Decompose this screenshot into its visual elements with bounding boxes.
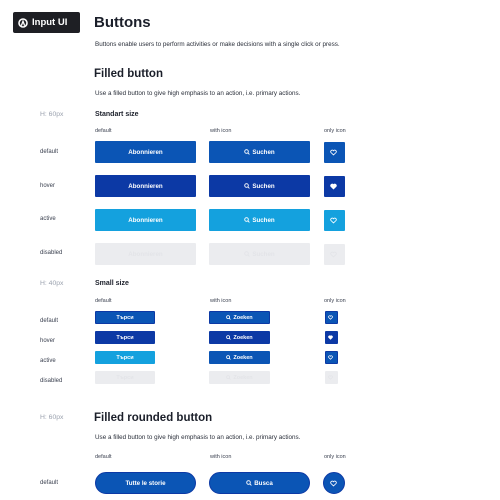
small-disabled-icon-button [325, 371, 338, 384]
button-label: Търси [116, 354, 134, 361]
filled-disabled-search-button: Suchen [209, 243, 310, 265]
search-icon [244, 217, 251, 223]
rounded-section-desc: Use a filled button to give high emphasi… [95, 434, 301, 441]
filled-default-button[interactable]: Abonnieren [95, 141, 196, 163]
heart-icon [329, 480, 337, 487]
search-icon [226, 315, 232, 320]
button-label: Abonnieren [128, 148, 163, 156]
small-active-button[interactable]: Търси [95, 351, 155, 364]
button-label: Tutte le storie [125, 479, 166, 487]
search-icon [244, 183, 251, 189]
button-label: Suchen [252, 182, 275, 190]
search-icon [226, 375, 232, 380]
button-label: Suchen [252, 216, 275, 224]
row-label-hover: hover [40, 183, 56, 189]
small-active-icon-button[interactable] [325, 351, 338, 364]
button-label: Abonnieren [128, 182, 163, 190]
page-title: Buttons [94, 14, 151, 31]
rounded-default-search-button[interactable]: Busca [209, 472, 310, 494]
row-label-active: active [40, 216, 56, 222]
small-hover-button[interactable]: Търси [95, 331, 155, 344]
button-label: Zoeken [233, 314, 253, 321]
heart-icon [330, 251, 337, 258]
heart-icon [328, 335, 333, 340]
button-label: Zoeken [233, 354, 253, 361]
button-label: Zoeken [233, 334, 253, 341]
button-label: Zoeken [233, 374, 253, 381]
logo-text: Input UI [32, 17, 68, 28]
search-icon [226, 335, 232, 340]
logo-mark-icon [18, 17, 28, 28]
rounded-default-icon-button[interactable] [323, 472, 345, 494]
search-icon [226, 355, 232, 360]
button-label: Търси [116, 374, 134, 381]
heart-icon [328, 375, 333, 380]
column-header-with-icon: with icon [210, 128, 232, 134]
search-icon [244, 149, 251, 155]
small-default-button[interactable]: Търси [95, 311, 155, 324]
filled-default-search-button[interactable]: Suchen [209, 141, 310, 163]
row-label-disabled: disabled [40, 250, 63, 256]
small-hover-icon-button[interactable] [325, 331, 338, 344]
column-header-only-icon: only icon [324, 128, 346, 134]
rounded-section-title: Filled rounded button [94, 412, 213, 424]
small-row-label-default: default [40, 318, 59, 324]
page-intro: Buttons enable users to perform activiti… [95, 41, 340, 48]
filled-section-desc: Use a filled button to give high emphasi… [95, 90, 301, 97]
standard-height-note: H: 60px [40, 111, 64, 118]
column-header-default: default [95, 128, 112, 134]
small-row-label-active: active [40, 358, 56, 364]
filled-section-title: Filled button [94, 68, 163, 80]
rounded-column-header-default: default [95, 454, 112, 460]
small-size-title: Small size [95, 280, 129, 287]
rounded-column-header-only-icon: only icon [324, 454, 346, 460]
rounded-column-header-with-icon: with icon [210, 454, 232, 460]
heart-icon [330, 217, 337, 224]
search-icon [246, 480, 252, 486]
button-label: Suchen [252, 148, 275, 156]
row-label-default: default [40, 149, 59, 155]
heart-icon [328, 315, 333, 320]
small-row-label-disabled: disabled [40, 378, 63, 384]
small-disabled-search-button: Zoeken [209, 371, 270, 384]
filled-active-icon-button[interactable] [324, 210, 345, 231]
filled-default-icon-button[interactable] [324, 142, 345, 163]
button-label: Търси [116, 314, 134, 321]
button-label: Abonnieren [128, 216, 163, 224]
heart-icon [328, 355, 333, 360]
small-default-icon-button[interactable] [325, 311, 338, 324]
small-hover-search-button[interactable]: Zoeken [209, 331, 270, 344]
logo: Input UI [13, 12, 80, 33]
button-label: Abonnieren [128, 250, 163, 258]
filled-disabled-button: Abonnieren [95, 243, 196, 265]
filled-disabled-icon-button [324, 244, 345, 265]
filled-active-search-button[interactable]: Suchen [209, 209, 310, 231]
heart-icon [330, 149, 337, 156]
small-column-header-only-icon: only icon [324, 298, 346, 304]
small-active-search-button[interactable]: Zoeken [209, 351, 270, 364]
button-label: Търси [116, 334, 134, 341]
rounded-default-button[interactable]: Tutte le storie [95, 472, 196, 494]
small-row-label-hover: hover [40, 338, 56, 344]
button-label: Suchen [252, 250, 275, 258]
filled-hover-icon-button[interactable] [324, 176, 345, 197]
small-disabled-button: Търси [95, 371, 155, 384]
filled-hover-search-button[interactable]: Suchen [209, 175, 310, 197]
rounded-height-note: H: 60px [40, 414, 64, 421]
filled-active-button[interactable]: Abonnieren [95, 209, 196, 231]
standard-size-title: Standart size [95, 111, 139, 118]
heart-icon [330, 183, 337, 190]
filled-hover-button[interactable]: Abonnieren [95, 175, 196, 197]
small-default-search-button[interactable]: Zoeken [209, 311, 270, 324]
search-icon [244, 251, 251, 257]
small-height-note: H: 40px [40, 280, 64, 287]
small-column-header-default: default [95, 298, 112, 304]
button-label: Busca [254, 479, 273, 487]
small-column-header-with-icon: with icon [210, 298, 232, 304]
rounded-row-label-default: default [40, 480, 59, 486]
